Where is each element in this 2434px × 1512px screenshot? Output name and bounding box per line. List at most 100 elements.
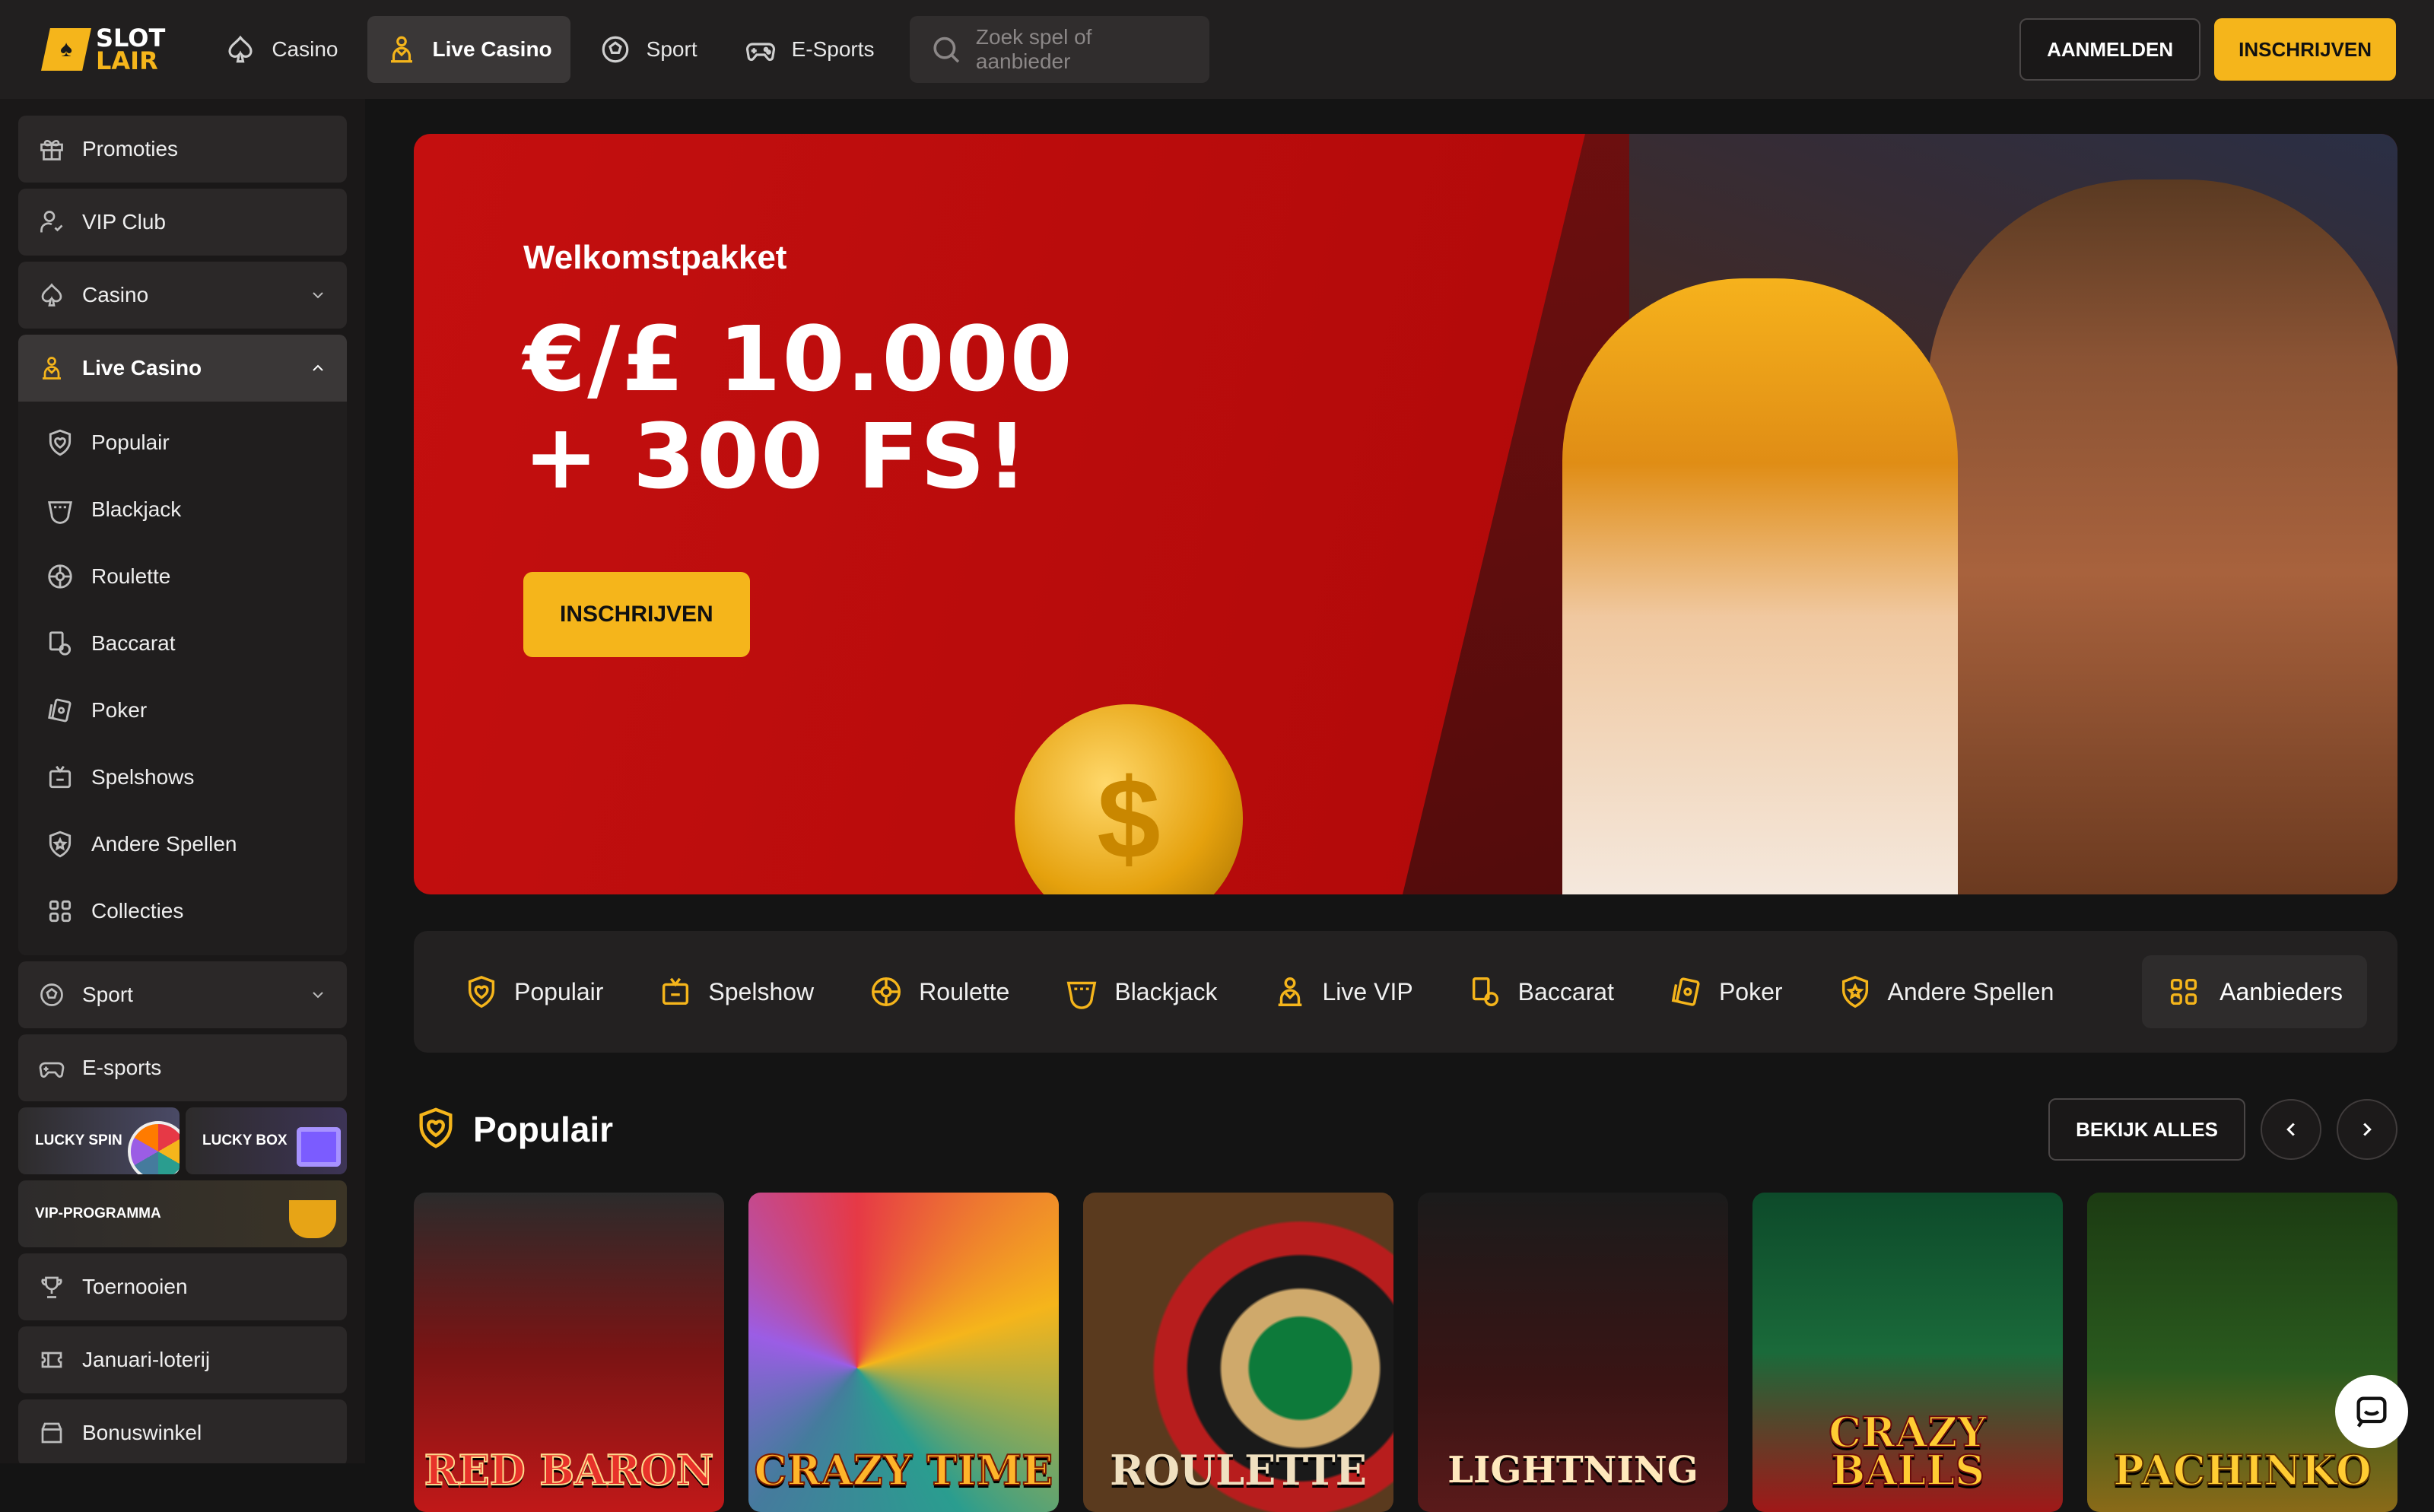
sidebar-item-label: Live Casino <box>82 356 202 380</box>
providers-button[interactable]: Aanbieders <box>2142 955 2367 1028</box>
hero-signup-button[interactable]: INSCHRIJVEN <box>523 572 750 657</box>
sidebar-subitem-poker[interactable]: Poker <box>18 677 347 744</box>
wheel-icon <box>128 1121 180 1174</box>
lucky-box-label: LUCKY BOX <box>202 1132 288 1148</box>
hero-eyebrow: Welkomstpakket <box>523 239 787 276</box>
carousel-next-button[interactable] <box>2337 1099 2397 1160</box>
gift-box-icon <box>297 1127 341 1167</box>
sidebar-subitem-roulette[interactable]: Roulette <box>18 543 347 610</box>
baccarat-icon <box>1472 977 1498 1006</box>
nav-esports[interactable]: E-Sports <box>726 16 893 83</box>
category-label: Andere Spellen <box>1887 977 2054 1005</box>
gift-icon <box>40 139 63 160</box>
grid-icon <box>49 900 71 923</box>
main-content: $ Welkomstpakket €/£ 10.000 + 300 FS! IN… <box>365 99 2434 1512</box>
sidebar-subitem-label: Roulette <box>91 564 171 588</box>
poker-icon <box>48 698 71 723</box>
gamepad-icon <box>745 43 775 62</box>
sidebar-subitem-blackjack[interactable]: Blackjack <box>18 476 347 543</box>
gamepad-icon <box>39 1062 65 1078</box>
lucky-box-tile[interactable]: LUCKY BOX <box>186 1107 347 1174</box>
sidebar-subitem-andere-spellen[interactable]: Andere Spellen <box>18 811 347 878</box>
sidebar-subitem-populair[interactable]: Populair <box>18 409 347 476</box>
sidebar-item-promoties[interactable]: Promoties <box>18 116 347 183</box>
category-populair[interactable]: Populair <box>464 974 603 1009</box>
spade-icon <box>41 283 62 307</box>
lucky-spin-label: LUCKY SPIN <box>35 1132 122 1148</box>
games-carousel: RED BARON CRAZY TIME ROULETTE LIGHTNING … <box>414 1193 2397 1512</box>
chat-support-button[interactable] <box>2335 1375 2408 1448</box>
hero-queen-image <box>1562 278 1958 894</box>
sidebar-item-label: VIP Club <box>82 210 166 233</box>
game-card[interactable]: RED BARON <box>414 1193 724 1512</box>
logo-text-bottom: LAIR <box>96 46 158 75</box>
hero-banner[interactable]: $ Welkomstpakket €/£ 10.000 + 300 FS! IN… <box>414 134 2397 894</box>
vip-program-tile[interactable]: VIP-PROGRAMMA <box>18 1180 347 1247</box>
soccer-ball-icon <box>40 983 63 1006</box>
sidebar-item-live-casino[interactable]: Live Casino <box>18 335 347 402</box>
game-card[interactable]: LIGHTNING <box>1418 1193 1728 1512</box>
game-title: PACHINKO <box>2112 1446 2372 1495</box>
game-card[interactable]: ROULETTE <box>1083 1193 1393 1512</box>
category-label: Roulette <box>919 977 1010 1005</box>
sidebar-item-label: E-sports <box>82 1056 162 1079</box>
view-all-button[interactable]: BEKIJK ALLES <box>2048 1098 2245 1161</box>
sidebar-item-esports[interactable]: E-sports <box>18 1034 347 1101</box>
sidebar-item-bonuswinkel[interactable]: Bonuswinkel <box>18 1399 347 1463</box>
sidebar-subitem-spelshows[interactable]: Spelshows <box>18 744 347 811</box>
dealer-icon <box>1278 977 1301 1006</box>
sidebar: Promoties VIP Club Casino Live Casino Po… <box>0 99 365 1463</box>
trophy-icon <box>41 1276 62 1298</box>
sidebar-subitem-label: Baccarat <box>91 631 176 655</box>
sidebar-item-vip-club[interactable]: VIP Club <box>18 189 347 256</box>
game-card[interactable]: CRAZY TIME <box>748 1193 1059 1512</box>
search-icon <box>933 37 959 63</box>
sidebar-subitem-baccarat[interactable]: Baccarat <box>18 610 347 677</box>
tv-icon <box>663 977 689 1005</box>
category-label: Blackjack <box>1114 977 1218 1005</box>
nav-casino[interactable]: Casino <box>206 16 356 83</box>
sidebar-subitem-collecties[interactable]: Collecties <box>18 878 347 945</box>
nav-live-casino[interactable]: Live Casino <box>367 16 570 83</box>
login-button[interactable]: AANMELDEN <box>2019 18 2201 81</box>
baccarat-icon <box>49 631 71 656</box>
category-poker[interactable]: Poker <box>1669 974 1783 1009</box>
nav-sport-label: Sport <box>646 37 697 61</box>
sidebar-item-label: Casino <box>82 283 149 307</box>
category-spelshow[interactable]: Spelshow <box>658 974 814 1009</box>
roulette-icon <box>48 564 72 589</box>
carousel-prev-button[interactable] <box>2261 1099 2321 1160</box>
nav-sport[interactable]: Sport <box>581 16 716 83</box>
section-header-populair: Populair BEKIJK ALLES <box>414 1095 2397 1164</box>
heart-shield-icon <box>468 975 495 1009</box>
search-input[interactable]: Zoek spel of aanbieder <box>909 16 1209 83</box>
lucky-spin-tile[interactable]: LUCKY SPIN <box>18 1107 180 1174</box>
game-card[interactable]: PACHINKO <box>2087 1193 2397 1512</box>
category-blackjack[interactable]: Blackjack <box>1064 974 1218 1009</box>
game-card[interactable]: CRAZY BALLS <box>1752 1193 2063 1512</box>
heart-shield-icon <box>419 1107 453 1148</box>
ticket-icon <box>41 1352 62 1368</box>
shop-icon <box>41 1422 62 1444</box>
sidebar-item-sport[interactable]: Sport <box>18 961 347 1028</box>
search-placeholder: Zoek spel of aanbieder <box>975 25 1092 73</box>
category-roulette[interactable]: Roulette <box>869 974 1009 1009</box>
hero-warrior-image <box>1927 179 2397 894</box>
cup-icon <box>289 1200 336 1238</box>
chevron-down-icon <box>313 992 323 999</box>
sidebar-subitem-label: Spelshows <box>91 765 195 789</box>
category-andere-spellen[interactable]: Andere Spellen <box>1838 974 2054 1009</box>
vip-user-icon <box>40 211 63 233</box>
category-live-vip[interactable]: Live VIP <box>1273 974 1413 1009</box>
chevron-down-icon <box>313 292 323 299</box>
category-baccarat[interactable]: Baccarat <box>1468 974 1614 1009</box>
category-bar: Populair Spelshow Roulette Blackjack Liv… <box>414 931 2397 1053</box>
sidebar-item-casino[interactable]: Casino <box>18 262 347 329</box>
sidebar-subitem-label: Populair <box>91 430 170 454</box>
logo[interactable]: ♠ SLOT LAIR <box>41 26 165 75</box>
sidebar-item-toernooien[interactable]: Toernooien <box>18 1253 347 1320</box>
category-label: Poker <box>1718 977 1783 1005</box>
sidebar-item-januari-loterij[interactable]: Januari-loterij <box>18 1326 347 1393</box>
signup-button[interactable]: INSCHRIJVEN <box>2214 18 2396 81</box>
chevron-right-icon <box>2363 1123 2372 1136</box>
